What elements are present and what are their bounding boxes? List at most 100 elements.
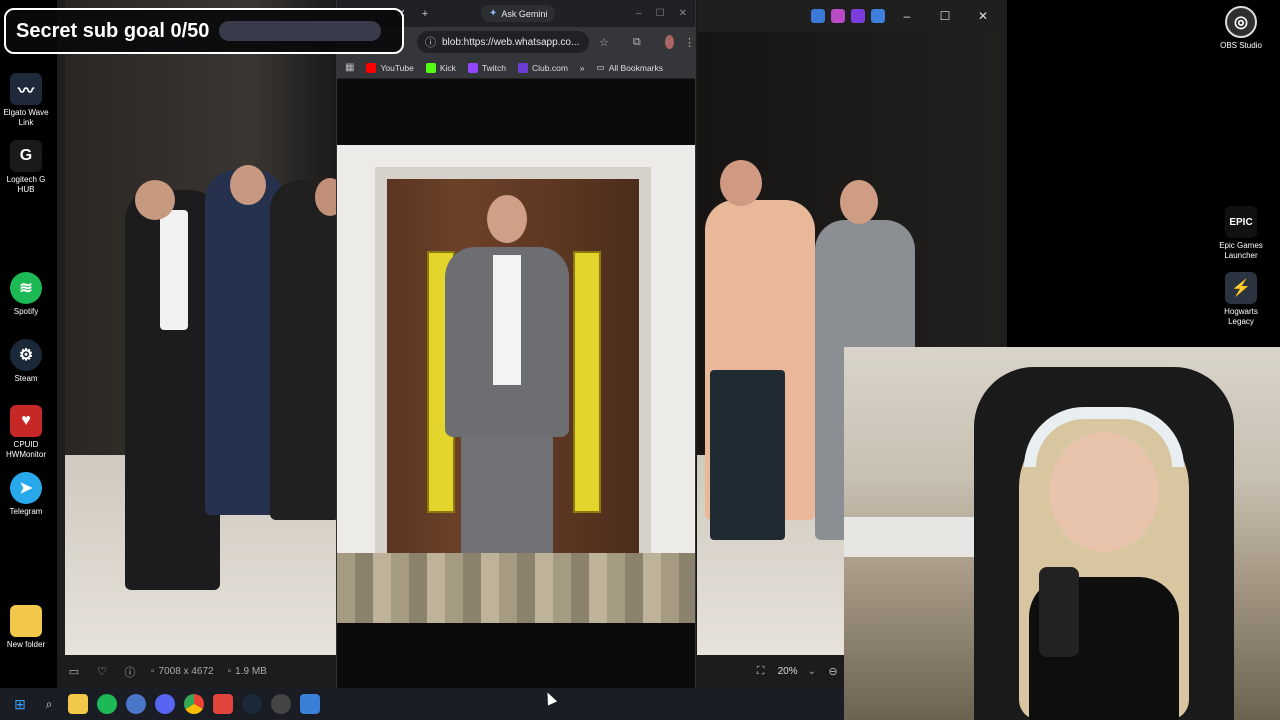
favorite-heart-icon[interactable]: ♡ [95,665,109,679]
file-icon: ▫ [227,666,232,677]
desktop-icon-label: Hogwarts Legacy [1224,307,1258,326]
file-explorer-icon[interactable] [68,694,88,714]
dark-trousers [710,370,785,540]
sub-goal-progress-bar [219,21,382,41]
desktop-icon-hogwarts-legacy[interactable]: ⚡ Hogwarts Legacy [1215,272,1267,327]
desktop-icon-label: Steam [14,374,38,383]
app-icon[interactable] [851,9,865,23]
face [487,195,527,243]
dimensions-text: 7008 x 4672 [158,666,214,677]
browser-window: ✕ + ✦ Ask Gemini – ☐ ✕ ⓘ blob:https://we… [336,0,696,688]
white-shirt [160,210,188,330]
zoom-level[interactable]: 20% [778,666,798,677]
desktop-icon-label: CPUID HWMonitor [5,440,46,459]
microphone [1039,567,1079,657]
steam-icon[interactable] [242,694,262,714]
chrome-icon[interactable] [184,694,204,714]
wave-link-icon: 〰 [10,73,42,105]
extensions-icon[interactable]: ⧉ [633,36,641,49]
brave-icon[interactable] [213,694,233,714]
search-icon[interactable]: ⌕ [39,694,59,714]
ask-gemini-button[interactable]: ✦ Ask Gemini [481,5,556,22]
bookmark-kick[interactable]: Kick [425,62,456,73]
file-size-text: 1.9 MB [235,666,267,677]
logitech-g-icon: G [10,140,42,172]
youtube-icon [366,62,377,73]
desktop-icon-telegram[interactable]: ➤ Telegram [0,472,52,517]
site-info-icon[interactable]: ⓘ [425,34,436,50]
menu-kebab-icon[interactable]: ⋮ [684,36,695,49]
desktop-icon-steam[interactable]: ⚙ Steam [0,339,52,384]
bookmark-star-icon[interactable]: ☆ [599,36,609,49]
tile-floor [337,553,695,623]
close-button[interactable]: ✕ [679,8,687,19]
webcam-feed [844,347,1280,720]
bookmark-youtube[interactable]: YouTube [366,62,414,73]
app-icon[interactable] [811,9,825,23]
gemini-icon: ✦ [489,8,498,19]
app-icon[interactable] [871,9,885,23]
telegram-icon: ➤ [10,472,42,504]
fit-to-window-icon[interactable]: ⛶ [754,665,768,679]
app-icon[interactable] [831,9,845,23]
bookmark-label: YouTube [380,62,414,73]
all-bookmarks[interactable]: ▭ All Bookmarks [597,62,663,73]
face [720,160,762,206]
hwmonitor-icon: ♥ [10,405,42,437]
obs-icon: ◎ [1225,6,1257,38]
image-dimensions: ▫ 7008 x 4672 [151,666,214,677]
desktop-icon-label: Elgato Wave Link [3,108,49,127]
minimize-button[interactable]: – [636,8,642,19]
ask-gemini-label: Ask Gemini [501,8,548,19]
app-icon[interactable] [126,694,146,714]
bookmark-label: Club.com [532,62,568,73]
desktop-icon-spotify[interactable]: ≋ Spotify [0,272,52,317]
face [230,165,266,205]
bookmarks-bar: ▦ YouTube Kick Twitch Club.com » ▭ All B… [337,57,695,79]
desktop-icon-label: New folder [6,640,46,649]
folder-icon: ▭ [596,62,605,72]
info-icon[interactable]: ⓘ [123,665,137,679]
face [135,180,175,220]
filmstrip-icon[interactable]: ▭ [67,665,81,679]
address-bar[interactable]: ⓘ blob:https://web.whatsapp.co... [417,31,589,53]
windows-start-icon[interactable]: ⊞ [10,694,30,714]
chevron-down-icon[interactable]: ⌄ [808,666,816,677]
bookmark-twitch[interactable]: Twitch [467,62,506,73]
desktop-icon-new-folder[interactable]: New folder [0,605,52,650]
more-bookmarks-icon[interactable]: » [580,63,585,73]
minimize-button[interactable]: – [891,2,923,30]
desktop-icon-elgato-wave-link[interactable]: 〰 Elgato Wave Link [0,73,52,128]
desktop-icon-logitech-g-hub[interactable]: G Logitech G HUB [0,140,52,195]
hogwarts-legacy-icon: ⚡ [1225,272,1257,304]
viewer-titlebar: – ☐ ✕ [697,0,1007,32]
desktop-screen: – ☐ ✕ ▭ ♡ ⓘ ▫ 7008 x 4672 ▫ 1.9 MB ⛶ 20%… [0,0,1280,720]
desktop-icon-cpuid-hwmonitor[interactable]: ♥ CPUID HWMonitor [0,405,52,460]
maximize-button[interactable]: ☐ [656,8,665,19]
desktop-icon-label: Spotify [13,307,39,316]
profile-avatar[interactable] [664,35,674,49]
face [840,180,878,224]
new-tab-icon[interactable]: + [417,6,433,22]
twitch-icon [467,62,478,73]
close-button[interactable]: ✕ [967,2,999,30]
folder-icon [10,605,42,637]
url-text[interactable]: blob:https://web.whatsapp.co... [442,37,579,48]
zoom-controls: ⛶ 20% ⌄ ⊖ [754,655,840,688]
desktop-icon-label: Logitech G HUB [6,175,46,194]
taskbar: ⊞ ⌕ [0,688,844,720]
desktop-icon-epic-games[interactable]: EPIC Epic Games Launcher [1215,206,1267,261]
club-icon [518,62,529,73]
zoom-out-icon[interactable]: ⊖ [826,665,840,679]
spotify-icon[interactable] [97,694,117,714]
white-shirt [493,255,521,385]
door-glass-right [573,251,601,513]
discord-icon[interactable] [155,694,175,714]
apps-grid-icon[interactable]: ▦ [345,62,354,73]
app-icon[interactable] [300,694,320,714]
bookmark-club[interactable]: Club.com [518,62,568,73]
desktop-icon-obs-studio[interactable]: ◎ OBS Studio [1215,6,1267,51]
obs-icon[interactable] [271,694,291,714]
file-size: ▫ 1.9 MB [228,666,267,677]
maximize-button[interactable]: ☐ [929,2,961,30]
